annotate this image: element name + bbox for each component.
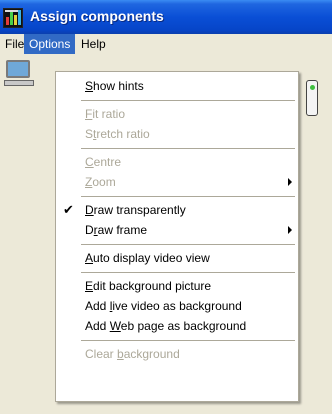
label-post: eb page as background: [120, 319, 247, 333]
menu-separator: [81, 340, 295, 341]
label-post: how hints: [93, 79, 144, 93]
label-post: uto display video view: [93, 251, 210, 265]
label-post: it ratio: [92, 107, 126, 121]
menu-bar: File Options Help: [0, 34, 332, 54]
menu-item-clear-background[interactable]: Clear background: [56, 344, 298, 364]
computer-monitor-icon[interactable]: [4, 60, 34, 88]
window-title: Assign components: [30, 8, 164, 24]
label-post: ive video as background: [112, 299, 242, 313]
checkmark-icon: ✔: [63, 202, 74, 217]
label-post: dit background picture: [93, 279, 212, 293]
menu-item-auto-display-video-view[interactable]: Auto display video view: [56, 248, 298, 268]
menu-item-draw-transparently[interactable]: ✔ Draw transparently: [56, 200, 298, 220]
label-post: entre: [93, 155, 122, 169]
menu-separator: [81, 272, 295, 273]
label-mnemonic: E: [85, 279, 94, 293]
menu-help[interactable]: Help: [76, 34, 111, 54]
title-bar[interactable]: Assign components: [0, 0, 332, 34]
label-mnemonic: D: [85, 203, 94, 217]
submenu-arrow-icon: [288, 226, 292, 234]
label-pre: D: [85, 223, 94, 237]
menu-item-add-live-video[interactable]: Add live video as background: [56, 296, 298, 316]
menu-item-add-web-page[interactable]: Add Web page as background: [56, 316, 298, 336]
label-mnemonic: S: [85, 79, 94, 93]
label-mnemonic: W: [109, 319, 121, 333]
label-post: aw frame: [97, 223, 148, 237]
label-mnemonic: C: [85, 155, 94, 169]
label-pre: S: [85, 127, 94, 141]
device-indicator-icon[interactable]: [306, 80, 318, 116]
label-post: ackground: [123, 347, 180, 361]
label-pre: Add: [85, 319, 110, 333]
label-post: retch ratio: [96, 127, 150, 141]
label-post: oom: [92, 175, 116, 189]
menu-item-fit-ratio[interactable]: Fit ratio: [56, 104, 298, 124]
menu-separator: [81, 100, 295, 101]
label-pre: Clear: [85, 347, 118, 361]
submenu-arrow-icon: [288, 178, 292, 186]
menu-item-show-hints[interactable]: Show hints: [56, 76, 298, 96]
menu-item-draw-frame[interactable]: Draw frame: [56, 220, 298, 240]
menu-item-centre[interactable]: Centre: [56, 152, 298, 172]
menu-options[interactable]: Options: [24, 34, 76, 54]
menu-item-stretch-ratio[interactable]: Stretch ratio: [56, 124, 298, 144]
app-chart-icon: [3, 8, 23, 28]
label-mnemonic: A: [85, 251, 94, 265]
label-mnemonic: b: [117, 347, 124, 361]
menu-item-zoom[interactable]: Zoom: [56, 172, 298, 192]
menu-separator: [81, 196, 295, 197]
menu-item-edit-background-picture[interactable]: Edit background picture: [56, 276, 298, 296]
options-dropdown-menu: Show hints Fit ratio Stretch ratio Centr…: [55, 71, 299, 402]
menu-separator: [81, 148, 295, 149]
menu-separator: [81, 244, 295, 245]
label-pre: Add: [85, 299, 110, 313]
label-post: raw transparently: [93, 203, 186, 217]
